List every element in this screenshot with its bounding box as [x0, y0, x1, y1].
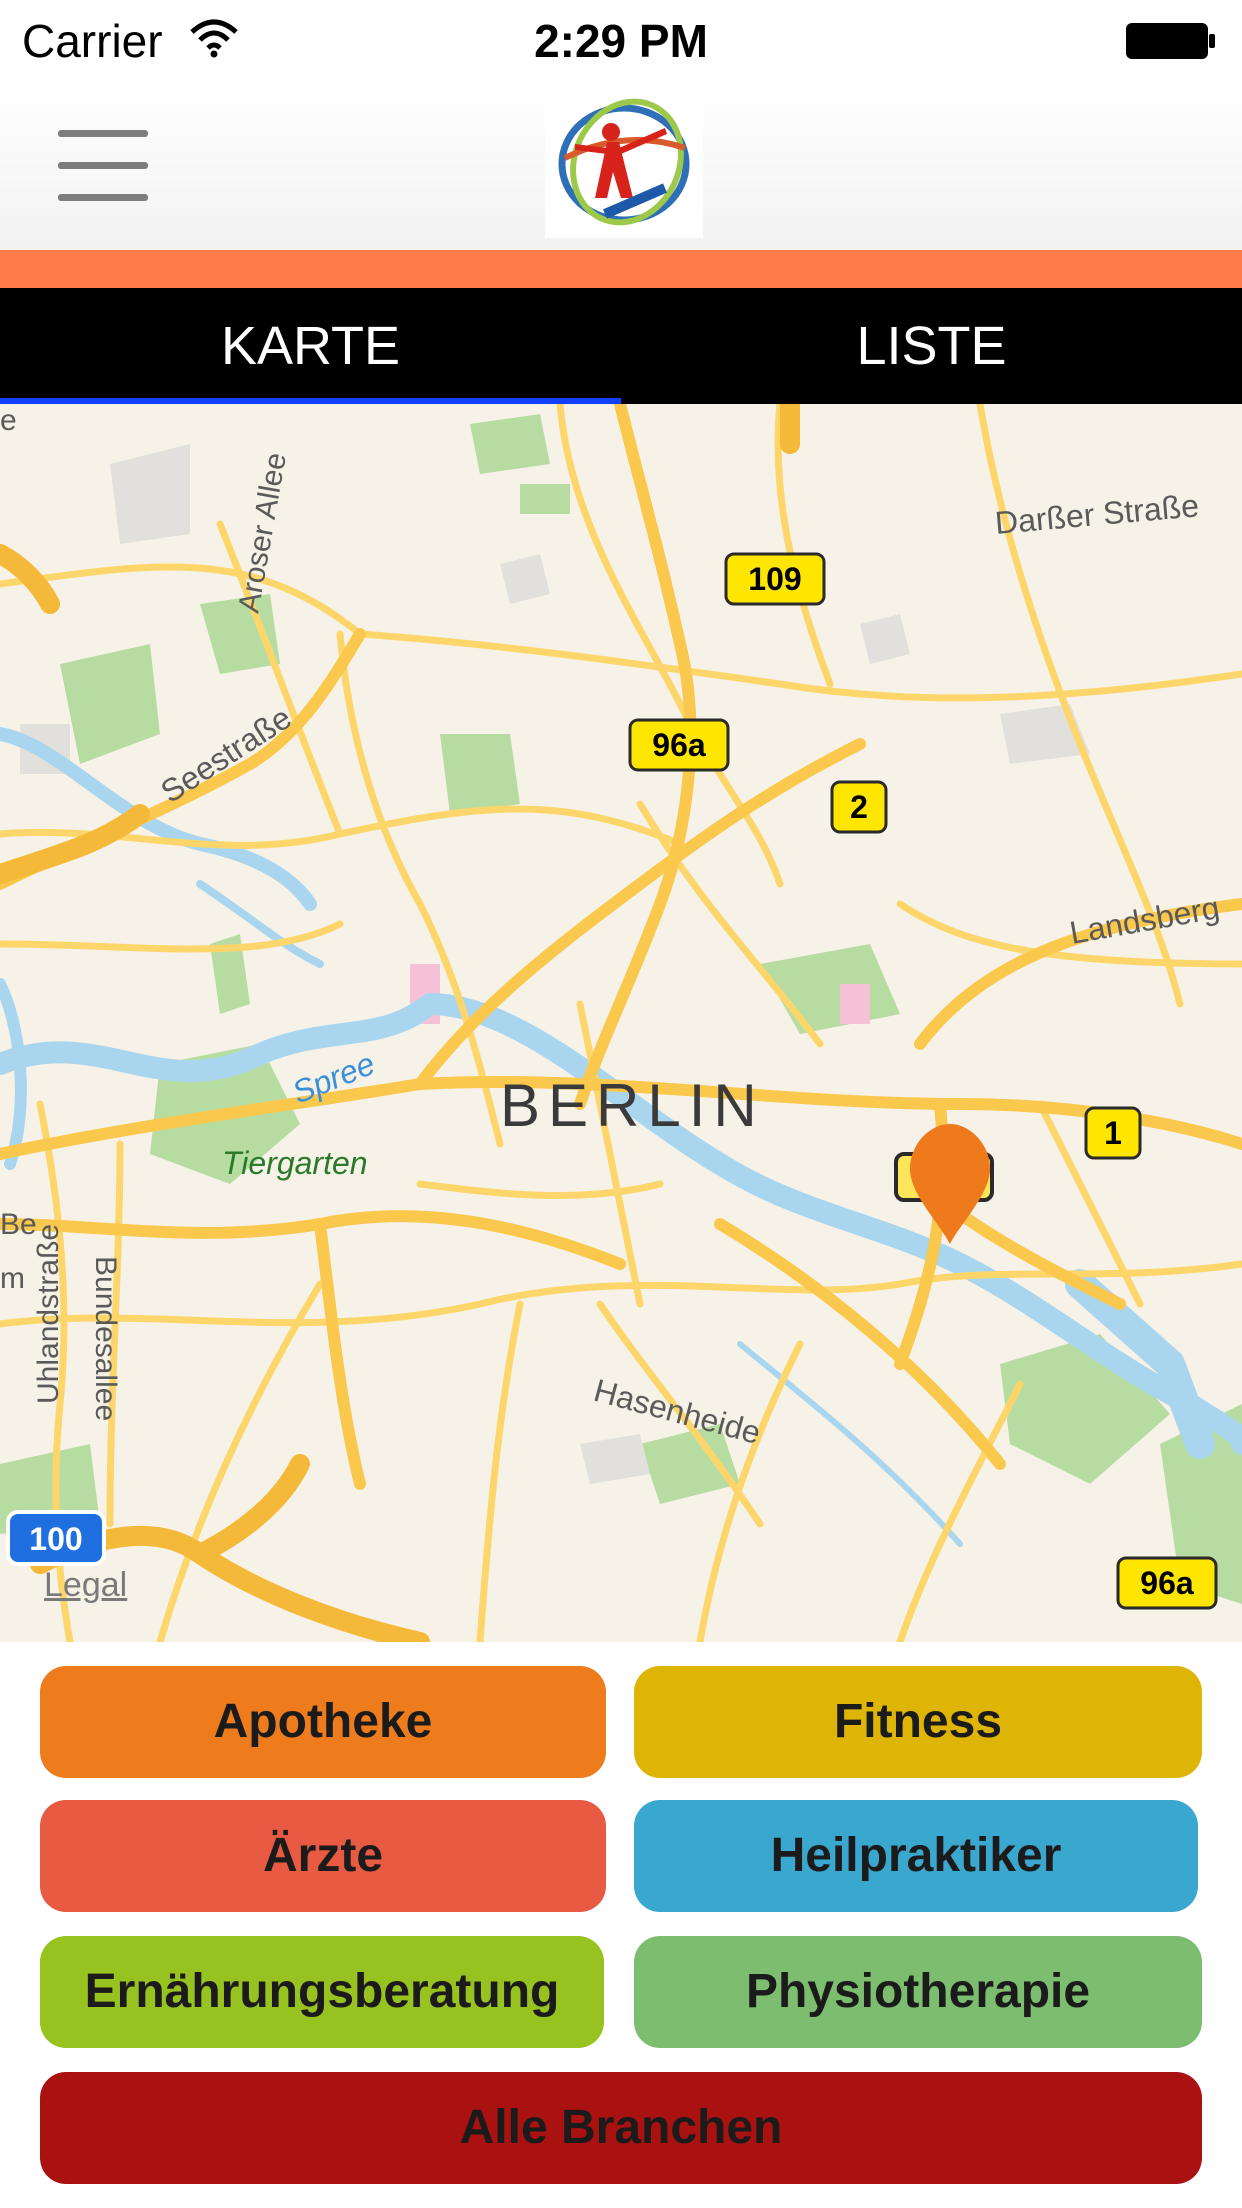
accent-strip	[0, 250, 1242, 288]
clock-label: 2:29 PM	[534, 15, 708, 67]
label-tiergarten: Tiergarten	[222, 1145, 368, 1181]
heilpraktiker-button[interactable]: Heilpraktiker	[634, 1800, 1198, 1912]
label-edge-be: Be	[0, 1208, 37, 1241]
label-edge-e: e	[0, 404, 17, 437]
label-berlin: BERLIN	[500, 1072, 765, 1139]
map-canvas[interactable]: Darßer Straße Aroser Allee Seestraße Lan…	[0, 404, 1242, 1642]
aerzte-button[interactable]: Ärzte	[40, 1800, 606, 1912]
app-logo	[545, 88, 703, 238]
route-shield-1: 1	[1104, 1115, 1122, 1151]
label-uhlandstrasse: Uhlandstraße	[32, 1224, 65, 1404]
route-shield-2: 2	[850, 789, 868, 825]
tab-bar: KARTE LISTE	[0, 288, 1242, 404]
route-shield-96a-south: 96a	[1140, 1565, 1194, 1601]
apotheke-button[interactable]: Apotheke	[40, 1666, 606, 1778]
status-bar: Carrier 2:29 PM	[0, 0, 1242, 82]
hamburger-menu-icon[interactable]	[58, 130, 148, 202]
route-shield-96a-north: 96a	[652, 727, 706, 763]
nav-bar	[0, 82, 1242, 251]
highway-shield-100: 100	[29, 1521, 82, 1557]
route-shield-109: 109	[748, 561, 801, 597]
physiotherapie-button[interactable]: Physiotherapie	[634, 1936, 1202, 2048]
map-view[interactable]: Darßer Straße Aroser Allee Seestraße Lan…	[0, 404, 1242, 1642]
alle-branchen-button[interactable]: Alle Branchen	[40, 2072, 1202, 2184]
map-legal-link[interactable]: Legal	[44, 1566, 127, 1605]
tab-liste[interactable]: LISTE	[621, 288, 1242, 404]
label-edge-m: m	[0, 1262, 25, 1295]
category-buttons: Apotheke Fitness Ärzte Heilpraktiker Ern…	[0, 1642, 1242, 2208]
tab-karte[interactable]: KARTE	[0, 288, 621, 404]
fitness-button[interactable]: Fitness	[634, 1666, 1202, 1778]
battery-icon	[1126, 23, 1215, 59]
ernaehrungsberatung-button[interactable]: Ernährungsberatung	[40, 1936, 604, 2048]
label-bundesallee: Bundesallee	[89, 1256, 122, 1421]
